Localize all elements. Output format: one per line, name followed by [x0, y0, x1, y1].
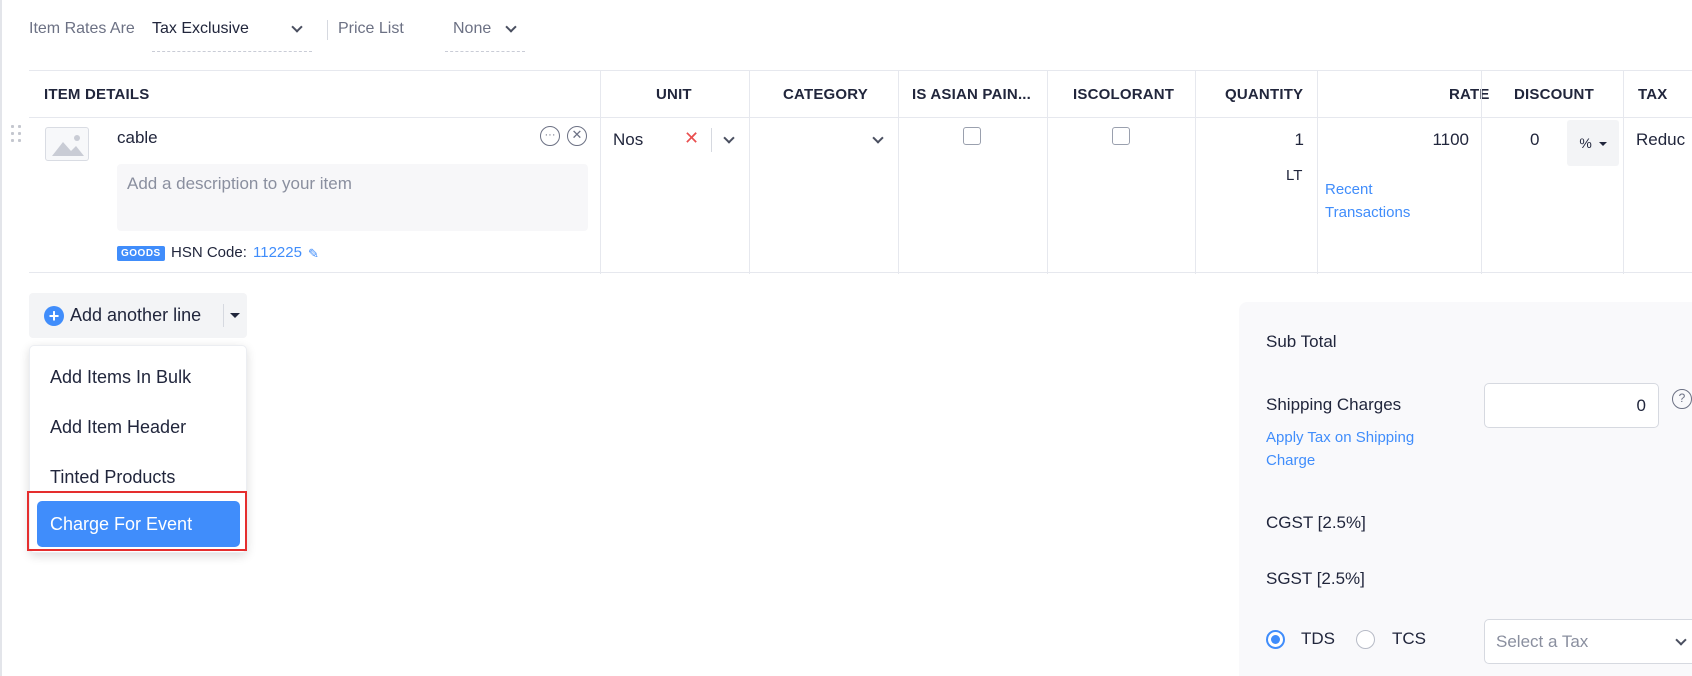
sub-total-label: Sub Total: [1266, 332, 1337, 351]
chevron-down-icon: [505, 21, 517, 33]
chevron-down-icon: [291, 21, 303, 33]
clear-unit-icon[interactable]: ✕: [684, 128, 699, 149]
header-iscolorant: ISCOLORANT: [1073, 86, 1175, 103]
item-name[interactable]: cable: [117, 128, 158, 148]
quantity-unit: LT: [1286, 167, 1303, 184]
item-rates-select[interactable]: Tax Exclusive: [152, 18, 312, 52]
price-list-label: Price List: [338, 20, 404, 37]
shipping-charges-input[interactable]: 0: [1484, 383, 1659, 428]
shipping-charges-label: Shipping Charges: [1266, 395, 1402, 414]
select-tax-dropdown[interactable]: Select a Tax: [1484, 619, 1692, 664]
add-another-line-button[interactable]: + Add another line: [29, 293, 247, 338]
recent-transactions-link[interactable]: Recent Transactions: [1325, 178, 1435, 224]
unit-separator: [711, 128, 712, 152]
item-image-placeholder-icon[interactable]: [45, 127, 89, 161]
price-list-select[interactable]: None: [445, 18, 525, 52]
column-divider: [898, 71, 899, 274]
tcs-label: TCS: [1392, 629, 1426, 648]
tds-label: TDS: [1301, 629, 1335, 648]
iscolorant-checkbox[interactable]: [1112, 127, 1130, 145]
hsn-code-label: HSN Code:: [171, 244, 247, 261]
quantity-value[interactable]: 1: [1295, 130, 1304, 150]
tcs-radio[interactable]: [1356, 630, 1375, 649]
header-unit: UNIT: [656, 86, 692, 103]
rate-value[interactable]: 1100: [1413, 130, 1469, 150]
highlight-annotation-box: [27, 491, 247, 551]
plus-circle-icon: +: [44, 306, 64, 326]
column-divider: [1047, 71, 1048, 274]
price-list-value: None: [453, 20, 492, 37]
header-rate: RATE: [1449, 86, 1490, 103]
column-divider: [1195, 71, 1196, 274]
hsn-code-value[interactable]: 112225: [253, 244, 302, 261]
remove-item-icon[interactable]: ✕: [567, 126, 587, 146]
column-divider: [749, 71, 750, 274]
column-divider: [1481, 71, 1482, 274]
menu-item-add-item-header[interactable]: Add Item Header: [30, 404, 246, 450]
column-divider: [1317, 71, 1318, 274]
edit-pencil-icon[interactable]: ✎: [308, 246, 319, 262]
discount-type-value: %: [1579, 135, 1592, 151]
apply-tax-on-shipping-link[interactable]: Apply Tax on Shipping Charge: [1266, 426, 1446, 472]
left-edge-border: [0, 0, 2, 676]
table-header: ITEM DETAILS UNIT CATEGORY IS ASIAN PAIN…: [29, 71, 1692, 118]
column-divider: [1623, 71, 1624, 274]
header-is-asian-paint: IS ASIAN PAIN...: [912, 86, 1032, 103]
sgst-label: SGST [2.5%]: [1266, 569, 1365, 588]
unit-value[interactable]: Nos: [613, 130, 643, 150]
is-asian-paint-checkbox[interactable]: [963, 127, 981, 145]
select-tax-placeholder: Select a Tax: [1496, 632, 1589, 651]
caret-down-icon[interactable]: [230, 313, 240, 318]
header-tax: TAX: [1638, 86, 1668, 103]
goods-badge: GOODS: [117, 246, 165, 261]
menu-item-add-items-in-bulk[interactable]: Add Items In Bulk: [30, 354, 246, 400]
chevron-down-icon: [1675, 634, 1687, 646]
header-discount: DISCOUNT: [1514, 86, 1594, 103]
item-rates-label: Item Rates Are: [29, 20, 135, 37]
tax-value[interactable]: Reduc: [1636, 130, 1685, 150]
more-options-icon[interactable]: ···: [540, 126, 560, 146]
cgst-label: CGST [2.5%]: [1266, 513, 1366, 532]
caret-down-icon: [1598, 142, 1607, 147]
drag-handle-icon[interactable]: [10, 123, 24, 145]
header-quantity: QUANTITY: [1225, 86, 1304, 103]
discount-type-select[interactable]: %: [1567, 120, 1619, 166]
header-item-details: ITEM DETAILS: [44, 86, 150, 103]
help-icon[interactable]: ?: [1672, 389, 1692, 409]
discount-value[interactable]: 0: [1530, 130, 1539, 150]
add-another-line-label: Add another line: [70, 305, 202, 325]
header-category: CATEGORY: [783, 86, 868, 103]
item-rates-value: Tax Exclusive: [152, 20, 249, 37]
item-description-field[interactable]: Add a description to your item: [117, 164, 588, 231]
split-button-separator: [223, 304, 224, 327]
column-divider: [600, 71, 601, 274]
rates-divider: [327, 20, 328, 40]
tds-radio[interactable]: [1266, 630, 1285, 649]
